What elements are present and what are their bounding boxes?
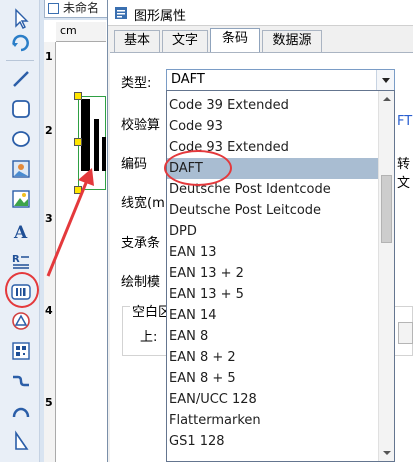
ruler-mark: 2 [45, 124, 53, 137]
rotate-icon[interactable] [8, 30, 32, 54]
left-toolbar: A R [0, 0, 40, 462]
barcode-bar [94, 119, 99, 171]
text-tool-icon[interactable]: A [8, 218, 32, 243]
dropdown-option[interactable]: Code 93 [167, 116, 379, 137]
checksum-value-partial: FT [397, 114, 413, 129]
scroll-thumb[interactable] [381, 175, 392, 243]
barcode-bar [102, 137, 106, 171]
barcode-tool-highlight-circle [5, 272, 39, 308]
dialog-title-bar[interactable]: 图形属性 [108, 0, 413, 26]
qrcode-tool-icon[interactable] [8, 338, 32, 362]
properties-icon [115, 7, 127, 19]
resize-handle[interactable] [74, 138, 82, 146]
dropdown-option[interactable]: EAN 8 + 2 [167, 347, 379, 368]
dropdown-option[interactable]: EAN/UCC 128 [167, 389, 379, 410]
resize-handle[interactable] [74, 186, 82, 194]
daft-option-highlight-circle [164, 150, 232, 186]
encoding-label: 编码 [121, 157, 148, 172]
dropdown-option[interactable]: DPD [167, 221, 379, 242]
curve-tool-icon[interactable] [8, 368, 32, 392]
resize-handle[interactable] [74, 92, 82, 100]
tab-text[interactable]: 文字 [162, 30, 208, 52]
document-tab[interactable]: 未命名 [44, 0, 116, 18]
rounded-rect-tool-icon[interactable] [8, 96, 32, 120]
tab-barcode[interactable]: 条码 [210, 28, 260, 53]
dropdown-option[interactable]: Code 39 Extended [167, 95, 379, 116]
dropdown-option[interactable]: GS1 128 [167, 431, 379, 452]
shape-tool-icon[interactable] [8, 308, 32, 332]
ellipse-tool-icon[interactable] [8, 126, 32, 150]
barcode-type-dropdown: Code 39 Extended Code 93 Code 93 Extende… [166, 90, 395, 462]
line-tool-icon[interactable] [8, 66, 32, 90]
tab-basic[interactable]: 基本 [114, 30, 160, 52]
image-tool-icon[interactable] [8, 156, 32, 180]
barcode-type-value: DAFT [171, 72, 205, 87]
line-width-label: 线宽(m [121, 196, 165, 211]
rich-text-tool-icon[interactable]: R [8, 248, 32, 272]
dropdown-option[interactable]: Deutsche Post Leitcode [167, 200, 379, 221]
polygon-tool-icon[interactable] [8, 428, 32, 452]
barcode-bar [81, 99, 90, 171]
picture-tool-icon[interactable] [8, 186, 32, 210]
checksum-label: 校验算 [121, 118, 161, 133]
arc-tool-icon[interactable] [8, 398, 32, 422]
support-bar-label: 支承条 [121, 236, 161, 251]
ruler-mark: 1 [45, 50, 53, 63]
dropdown-option[interactable]: Flattermarken [167, 410, 379, 431]
dialog-title: 图形属性 [134, 9, 187, 24]
dropdown-arrow-icon[interactable] [376, 70, 394, 90]
dropdown-option[interactable]: EAN 14 [167, 305, 379, 326]
svg-text:R: R [12, 254, 20, 265]
scroll-down-icon[interactable] [379, 445, 394, 461]
draw-mode-label: 绘制模 [121, 275, 161, 290]
encoding-option-partial: 转文 [397, 157, 411, 191]
ruler-mark: 4 [45, 304, 53, 317]
document-icon [48, 3, 59, 14]
document-tab-label: 未命名 [63, 1, 100, 15]
svg-text:A: A [13, 223, 28, 243]
barcode-type-select[interactable]: DAFT [166, 69, 395, 91]
scroll-up-icon[interactable] [379, 91, 394, 107]
top-ruler: cm [56, 22, 106, 42]
dropdown-option[interactable]: EAN 13 [167, 242, 379, 263]
left-ruler: 1 2 3 4 5 [44, 42, 56, 462]
top-margin-spinner[interactable] [398, 322, 413, 344]
dropdown-option[interactable]: EAN 13 + 5 [167, 284, 379, 305]
type-label: 类型: [121, 76, 152, 91]
dropdown-option[interactable]: EAN 13 + 2 [167, 263, 379, 284]
tab-datasource[interactable]: 数据源 [262, 30, 322, 52]
dropdown-option[interactable]: EAN 8 + 5 [167, 368, 379, 389]
barcode-object[interactable] [78, 96, 106, 190]
dropdown-scrollbar[interactable] [378, 91, 394, 461]
top-margin-label: 上: [140, 330, 158, 345]
ruler-mark: 3 [45, 212, 53, 225]
ruler-mark: 5 [45, 396, 53, 409]
dropdown-option[interactable]: EAN 8 [167, 326, 379, 347]
ruler-unit: cm [60, 24, 77, 37]
pointer-icon[interactable] [8, 6, 32, 30]
